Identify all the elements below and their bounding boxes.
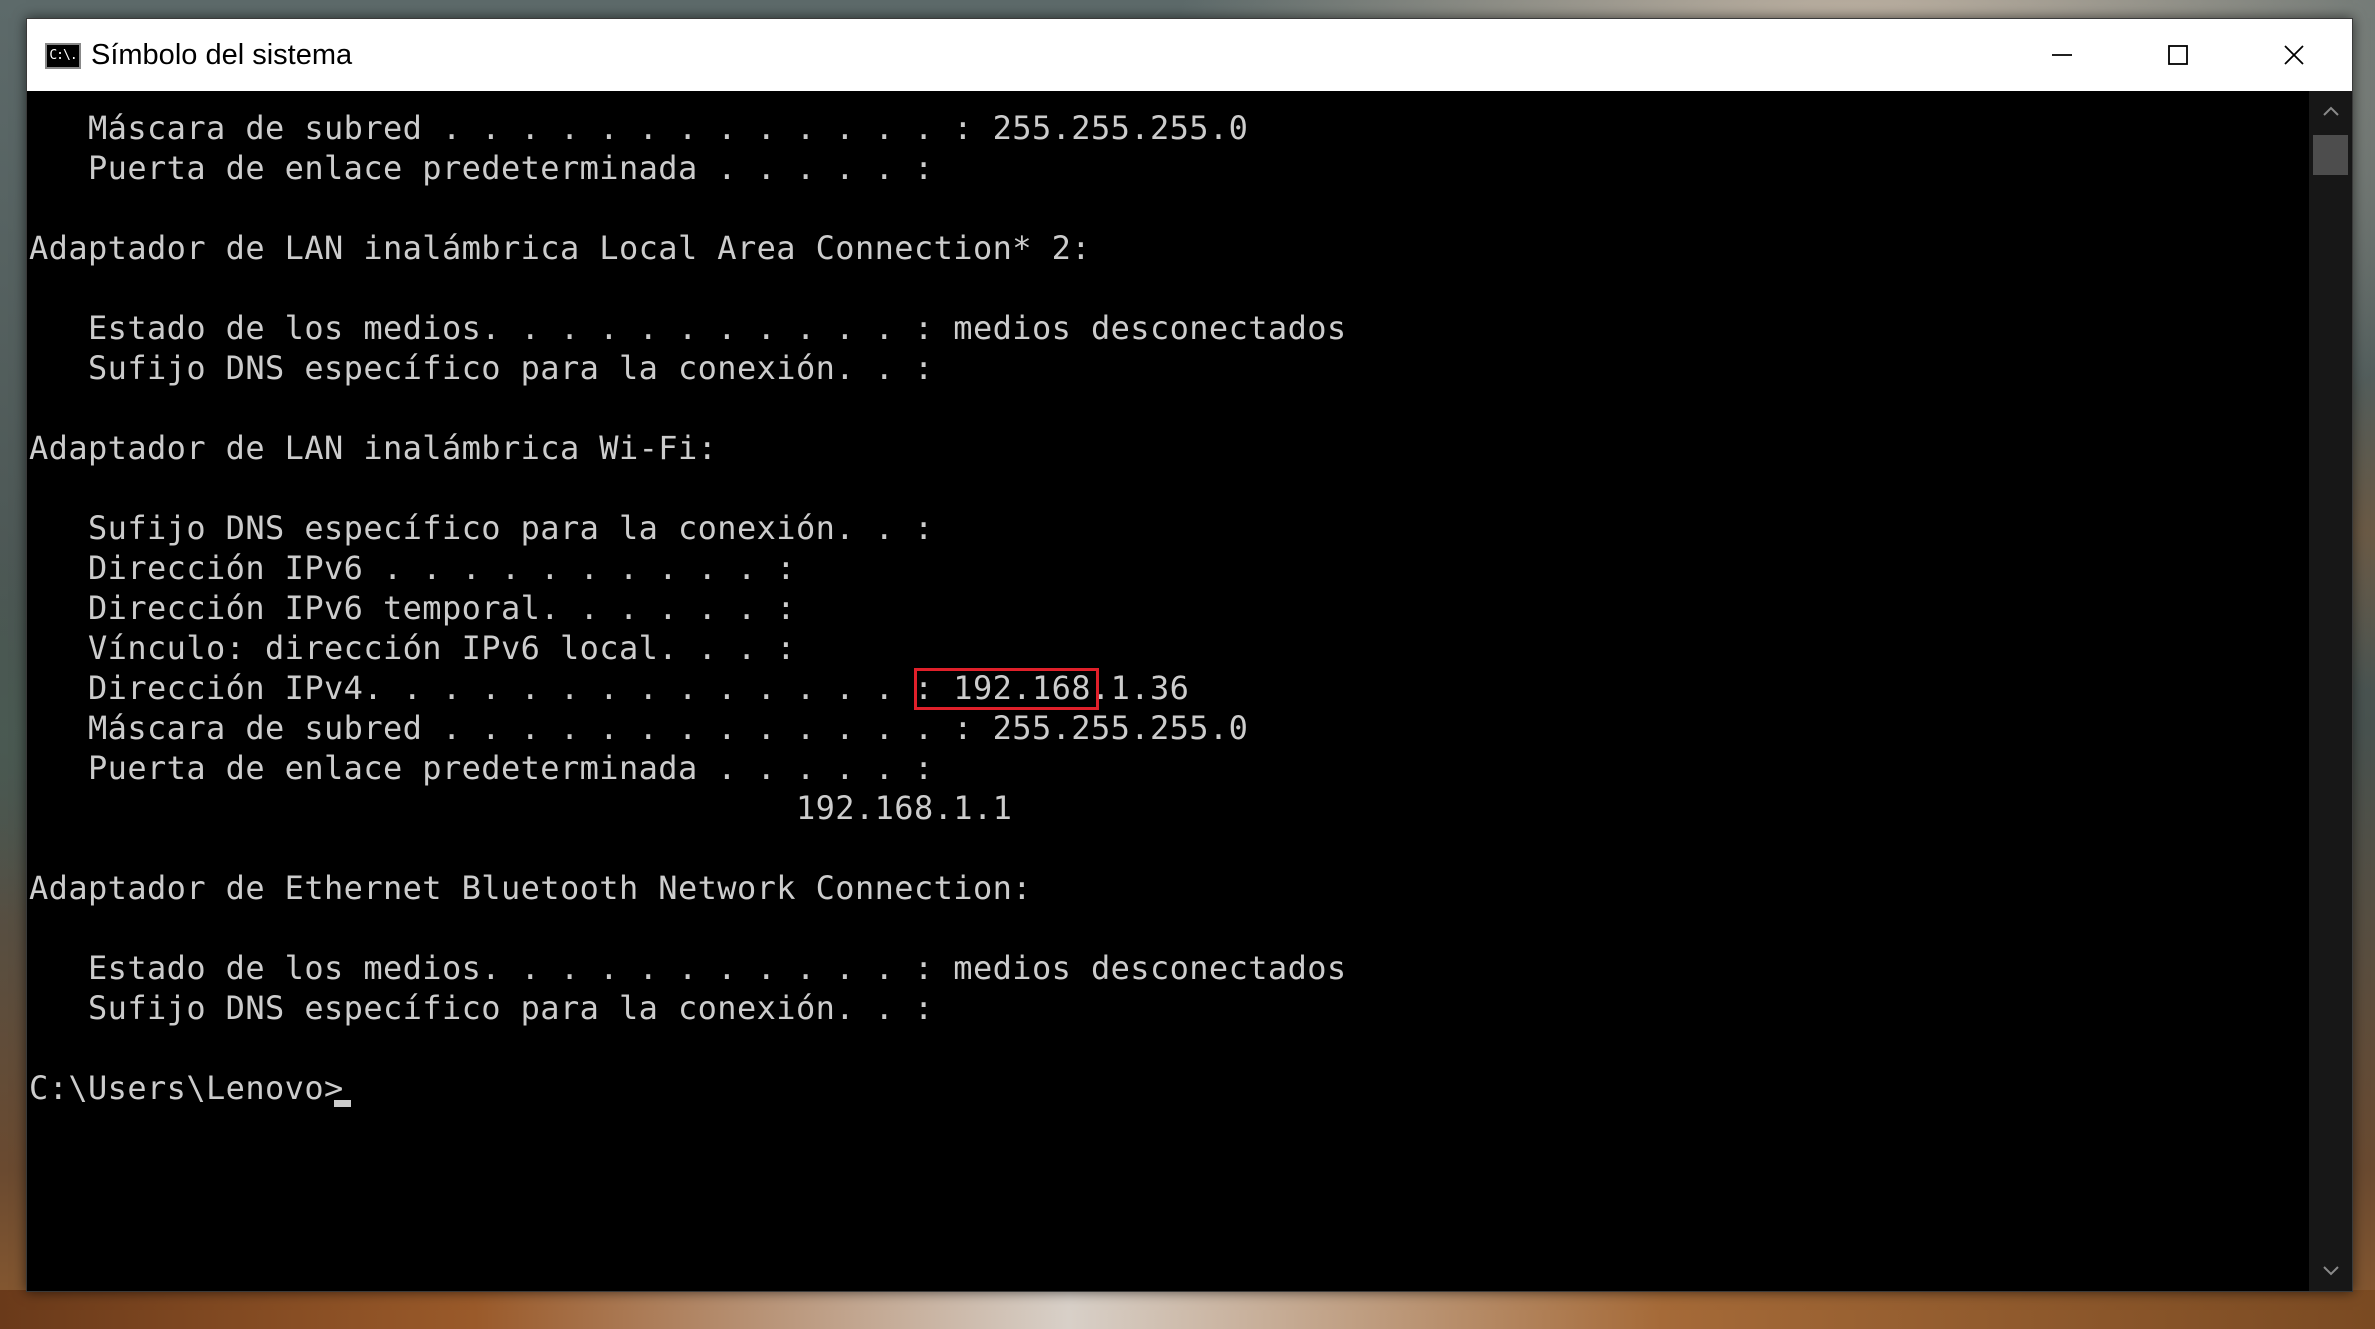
console-line: Máscara de subred . . . . . . . . . . . … [29,709,1249,747]
close-button[interactable] [2236,19,2352,91]
text-cursor [334,1100,351,1107]
console-line: Máscara de subred . . . . . . . . . . . … [29,109,1249,147]
title-bar[interactable]: C:\. Símbolo del sistema [27,19,2352,91]
ip-highlight-box [914,668,1099,710]
scroll-up-button[interactable] [2309,91,2352,131]
console-line: Sufijo DNS específico para la conexión. … [29,349,934,387]
console-line: Adaptador de Ethernet Bluetooth Network … [29,869,1032,907]
console-line: Dirección IPv6 . . . . . . . . . . : [29,549,796,587]
window-title: Símbolo del sistema [91,39,353,71]
vertical-scrollbar[interactable] [2309,91,2352,1291]
command-prompt-window[interactable]: C:\. Símbolo del sistema Máscara de subr… [26,18,2353,1292]
command-prompt-line[interactable]: C:\Users\Lenovo> [29,1068,344,1108]
chevron-down-icon [2322,1266,2339,1276]
console-line: Dirección IPv6 temporal. . . . . . : [29,589,796,627]
console-line: Estado de los medios. . . . . . . . . . … [29,949,1347,987]
scroll-thumb[interactable] [2313,135,2348,175]
console-line-gateway: 192.168.1.1 [29,789,1013,827]
desktop-wallpaper-bottom [0,1290,2375,1329]
minimize-button[interactable] [2004,19,2120,91]
console-line: Puerta de enlace predeterminada . . . . … [29,749,934,787]
close-icon [2284,45,2304,65]
chevron-up-icon [2322,106,2339,116]
console-line: Adaptador de LAN inalámbrica Wi-Fi: [29,429,718,467]
console-line: Sufijo DNS específico para la conexión. … [29,509,934,547]
scroll-down-button[interactable] [2309,1251,2352,1291]
maximize-button[interactable] [2120,19,2236,91]
maximize-icon [2168,45,2188,65]
cmd-app-icon[interactable]: C:\. [45,43,81,69]
console-line: Sufijo DNS específico para la conexión. … [29,989,934,1027]
console-line: Estado de los medios. . . . . . . . . . … [29,309,1347,347]
console-line: Puerta de enlace predeterminada . . . . … [29,149,934,187]
console-output[interactable]: Máscara de subred . . . . . . . . . . . … [27,91,2309,1291]
console-line: Adaptador de LAN inalámbrica Local Area … [29,229,1091,267]
console-line: Vínculo: dirección IPv6 local. . . : [29,629,796,667]
minimize-icon [2052,54,2072,56]
